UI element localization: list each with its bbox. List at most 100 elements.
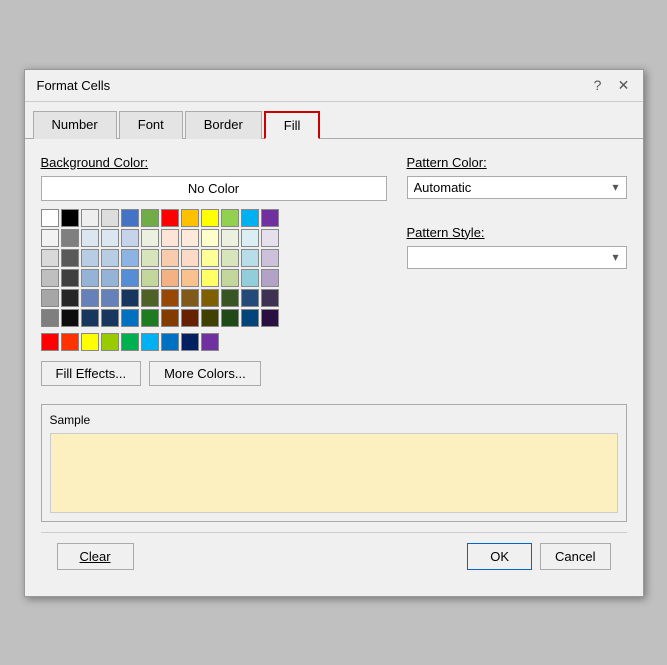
color-cell[interactable] — [241, 269, 259, 287]
color-cell[interactable] — [101, 309, 119, 327]
sample-label: Sample — [50, 413, 618, 427]
color-cell[interactable] — [201, 289, 219, 307]
color-cell[interactable] — [161, 289, 179, 307]
color-cell[interactable] — [181, 289, 199, 307]
tab-bar: Number Font Border Fill — [25, 102, 643, 139]
color-cell[interactable] — [121, 309, 139, 327]
color-cell[interactable] — [141, 249, 159, 267]
color-cell[interactable] — [41, 269, 59, 287]
color-cell[interactable] — [141, 289, 159, 307]
fill-effects-button[interactable]: Fill Effects... — [41, 361, 142, 386]
color-cell[interactable] — [181, 209, 199, 227]
color-cell[interactable] — [201, 309, 219, 327]
color-cell[interactable] — [101, 289, 119, 307]
color-cell[interactable] — [61, 229, 79, 247]
accent-color-cell[interactable] — [161, 333, 179, 351]
color-cell[interactable] — [261, 289, 279, 307]
accent-color-cell[interactable] — [81, 333, 99, 351]
color-cell[interactable] — [81, 309, 99, 327]
color-cell[interactable] — [161, 229, 179, 247]
color-cell[interactable] — [161, 309, 179, 327]
color-cell[interactable] — [81, 229, 99, 247]
title-bar-left: Format Cells — [37, 78, 111, 93]
color-cell[interactable] — [161, 249, 179, 267]
color-cell[interactable] — [41, 229, 59, 247]
color-cell[interactable] — [181, 309, 199, 327]
color-cell[interactable] — [181, 269, 199, 287]
color-cell[interactable] — [241, 249, 259, 267]
pattern-color-dropdown-wrapper: Automatic — [407, 176, 627, 199]
color-cell[interactable] — [241, 309, 259, 327]
pattern-color-dropdown[interactable]: Automatic — [407, 176, 627, 199]
color-cell[interactable] — [121, 289, 139, 307]
accent-color-cell[interactable] — [41, 333, 59, 351]
accent-color-cell[interactable] — [181, 333, 199, 351]
color-cell[interactable] — [141, 269, 159, 287]
color-cell[interactable] — [41, 289, 59, 307]
color-cell[interactable] — [101, 249, 119, 267]
help-button[interactable]: ? — [587, 74, 609, 96]
color-cell[interactable] — [121, 229, 139, 247]
close-button[interactable]: ✕ — [613, 74, 635, 96]
color-cell[interactable] — [221, 209, 239, 227]
color-cell[interactable] — [121, 209, 139, 227]
color-cell[interactable] — [141, 229, 159, 247]
color-cell[interactable] — [201, 209, 219, 227]
accent-color-cell[interactable] — [201, 333, 219, 351]
pattern-style-dropdown[interactable] — [407, 246, 627, 269]
color-cell[interactable] — [81, 249, 99, 267]
color-cell[interactable] — [201, 249, 219, 267]
color-cell[interactable] — [261, 309, 279, 327]
color-cell[interactable] — [221, 269, 239, 287]
ok-button[interactable]: OK — [467, 543, 532, 570]
color-cell[interactable] — [61, 209, 79, 227]
color-cell[interactable] — [121, 249, 139, 267]
color-cell[interactable] — [61, 249, 79, 267]
accent-color-cell[interactable] — [141, 333, 159, 351]
cancel-button[interactable]: Cancel — [540, 543, 610, 570]
tab-fill[interactable]: Fill — [264, 111, 321, 139]
color-cell[interactable] — [241, 229, 259, 247]
color-cell[interactable] — [101, 269, 119, 287]
color-cell[interactable] — [81, 209, 99, 227]
color-row — [41, 249, 387, 267]
accent-color-cell[interactable] — [101, 333, 119, 351]
color-cell[interactable] — [181, 249, 199, 267]
color-cell[interactable] — [261, 209, 279, 227]
color-cell[interactable] — [141, 309, 159, 327]
color-cell[interactable] — [161, 269, 179, 287]
color-cell[interactable] — [221, 309, 239, 327]
color-cell[interactable] — [61, 289, 79, 307]
tab-font[interactable]: Font — [119, 111, 183, 139]
color-cell[interactable] — [81, 269, 99, 287]
color-cell[interactable] — [41, 309, 59, 327]
color-cell[interactable] — [101, 229, 119, 247]
accent-color-cell[interactable] — [61, 333, 79, 351]
color-cell[interactable] — [201, 229, 219, 247]
color-cell[interactable] — [161, 209, 179, 227]
color-cell[interactable] — [221, 229, 239, 247]
accent-color-cell[interactable] — [121, 333, 139, 351]
color-cell[interactable] — [221, 249, 239, 267]
no-color-button[interactable]: No Color — [41, 176, 387, 201]
color-cell[interactable] — [81, 289, 99, 307]
color-cell[interactable] — [141, 209, 159, 227]
color-cell[interactable] — [241, 209, 259, 227]
clear-button[interactable]: Clear — [57, 543, 134, 570]
tab-border[interactable]: Border — [185, 111, 262, 139]
color-cell[interactable] — [121, 269, 139, 287]
more-colors-button[interactable]: More Colors... — [149, 361, 261, 386]
color-cell[interactable] — [61, 269, 79, 287]
color-cell[interactable] — [101, 209, 119, 227]
tab-number[interactable]: Number — [33, 111, 117, 139]
color-cell[interactable] — [241, 289, 259, 307]
color-cell[interactable] — [261, 269, 279, 287]
color-cell[interactable] — [261, 229, 279, 247]
color-cell[interactable] — [41, 249, 59, 267]
color-cell[interactable] — [221, 289, 239, 307]
color-cell[interactable] — [181, 229, 199, 247]
color-cell[interactable] — [61, 309, 79, 327]
color-cell[interactable] — [261, 249, 279, 267]
color-cell[interactable] — [41, 209, 59, 227]
color-cell[interactable] — [201, 269, 219, 287]
